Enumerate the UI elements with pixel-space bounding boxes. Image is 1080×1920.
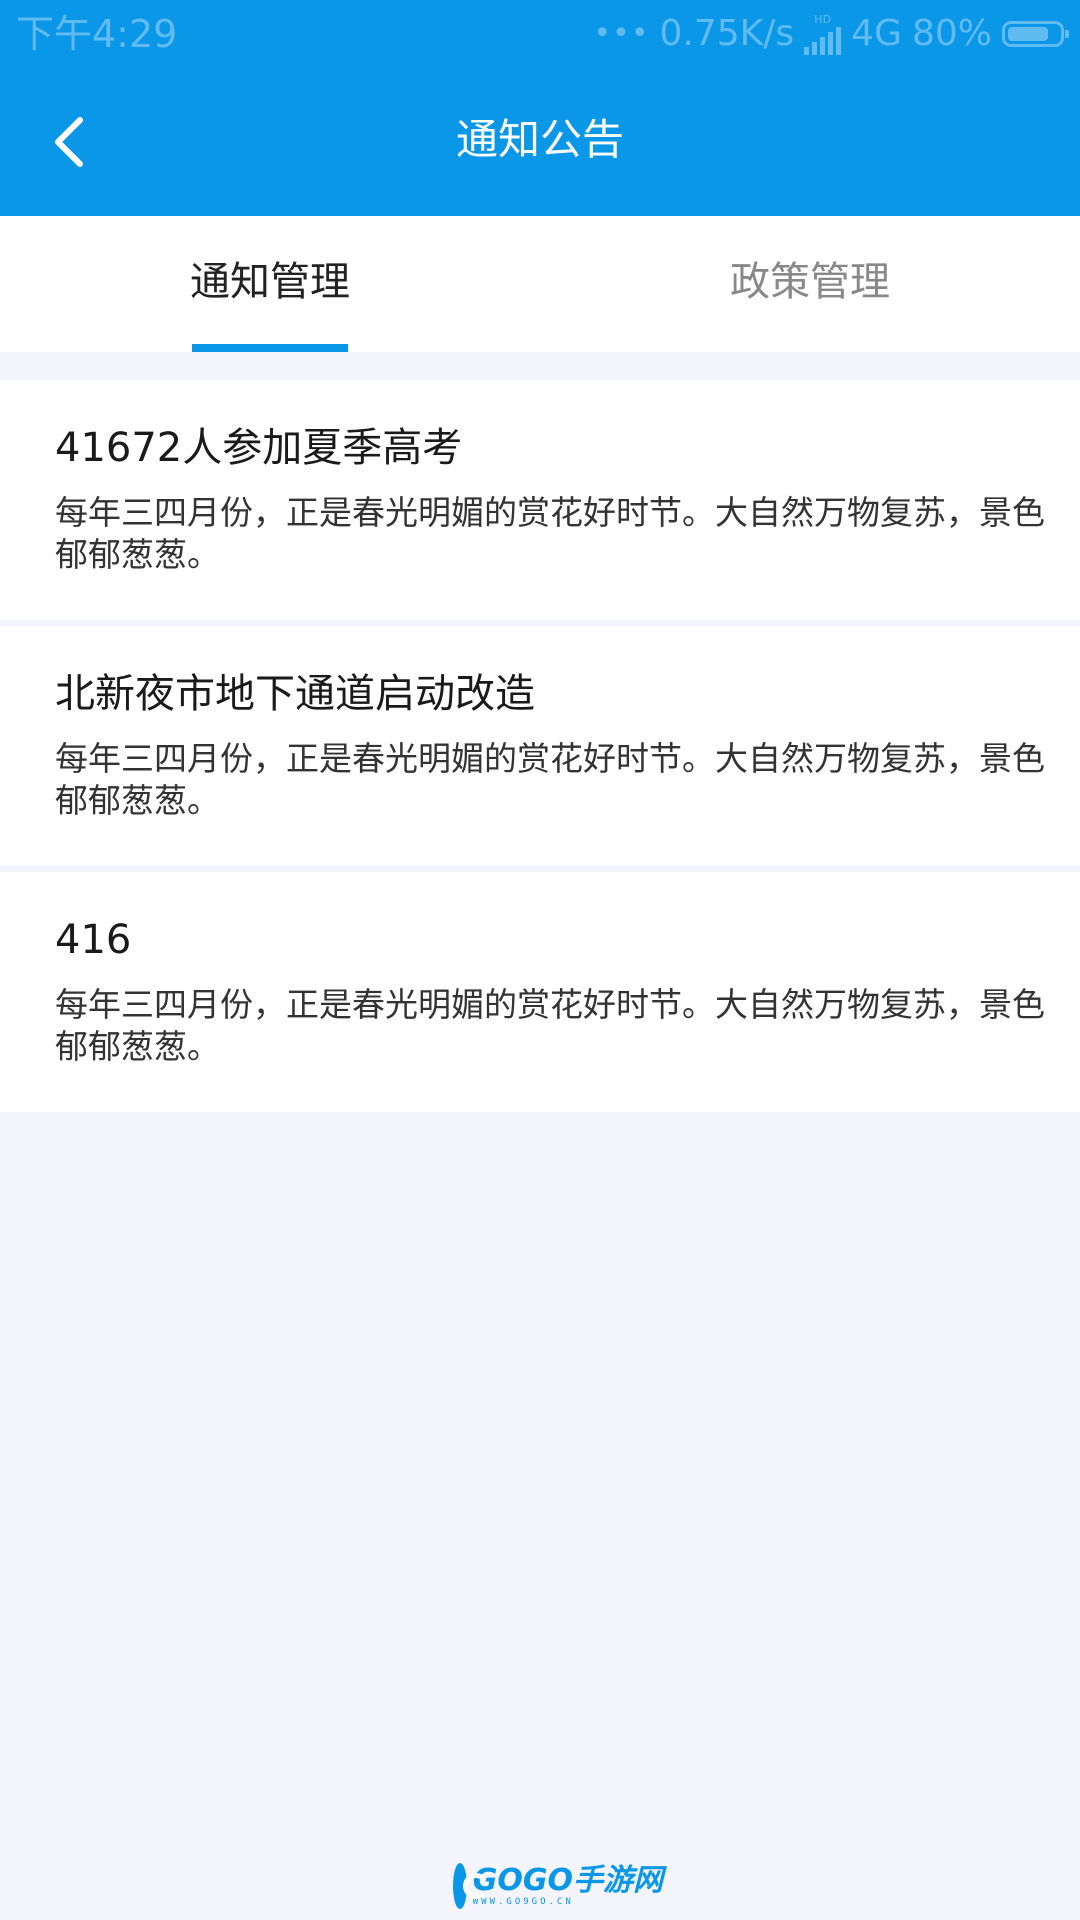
page-title: 通知公告 [455, 115, 624, 164]
list-item[interactable]: 北新夜市地下通道启动改造 每年三四月份，正是春光明媚的赏花好时节。大自然万物复苏… [0, 626, 1080, 866]
tab-policy-management[interactable]: 政策管理 [540, 216, 1080, 352]
logo-icon [453, 1863, 489, 1909]
network-type: 4G [851, 13, 902, 54]
tab-bar: 通知管理 政策管理 [0, 216, 1080, 352]
hd-label: HD [814, 12, 832, 26]
status-indicators: ••• 0.75K/s HD 4G 80% [593, 10, 1069, 58]
hd-signal-group: HD [804, 12, 842, 55]
tab-label: 通知管理 [190, 259, 350, 305]
title-bar: 通知公告 [0, 68, 1080, 216]
active-tab-indicator [192, 344, 348, 352]
notice-summary: 每年三四月份，正是春光明媚的赏花好时节。大自然万物复苏，景色郁郁葱葱。 [55, 985, 1045, 1066]
more-dots-icon: ••• [593, 16, 650, 51]
tab-notice-management[interactable]: 通知管理 [0, 216, 540, 352]
battery-fill [1008, 27, 1048, 41]
list-item[interactable]: 41672人参加夏季高考 每年三四月份，正是春光明媚的赏花好时节。大自然万物复苏… [0, 380, 1080, 620]
battery-percent: 80% [911, 13, 992, 54]
screen: 下午4:29 ••• 0.75K/s HD 4G 80% 通知公告 通知管理 政… [0, 0, 1080, 1920]
notice-title: 北新夜市地下通道启动改造 [55, 671, 535, 717]
notice-title: 41672人参加夏季高考 [55, 425, 463, 471]
list-item[interactable]: 416 每年三四月份，正是春光明媚的赏花好时节。大自然万物复苏，景色郁郁葱葱。 [0, 872, 1080, 1112]
watermark-sub-text: WWW.GO9GO.CN [472, 1896, 574, 1907]
notice-list: 41672人参加夏季高考 每年三四月份，正是春光明媚的赏花好时节。大自然万物复苏… [0, 380, 1080, 1118]
watermark-main-text: GOGO手游网 [472, 1862, 663, 1898]
notice-title: 416 [55, 917, 132, 963]
network-speed: 0.75K/s [659, 13, 795, 54]
status-bar: 下午4:29 ••• 0.75K/s HD 4G 80% [0, 0, 1080, 68]
status-time: 下午4:29 [16, 12, 178, 56]
battery-icon [1002, 21, 1069, 47]
notice-summary: 每年三四月份，正是春光明媚的赏花好时节。大自然万物复苏，景色郁郁葱葱。 [55, 739, 1045, 820]
tab-label: 政策管理 [730, 259, 890, 305]
notice-summary: 每年三四月份，正是春光明媚的赏花好时节。大自然万物复苏，景色郁郁葱葱。 [55, 493, 1045, 574]
watermark-logo: GOGO手游网 WWW.GO9GO.CN [453, 1860, 663, 1912]
watermark-text: GOGO手游网 WWW.GO9GO.CN [472, 1862, 663, 1907]
signal-icon [804, 25, 842, 55]
